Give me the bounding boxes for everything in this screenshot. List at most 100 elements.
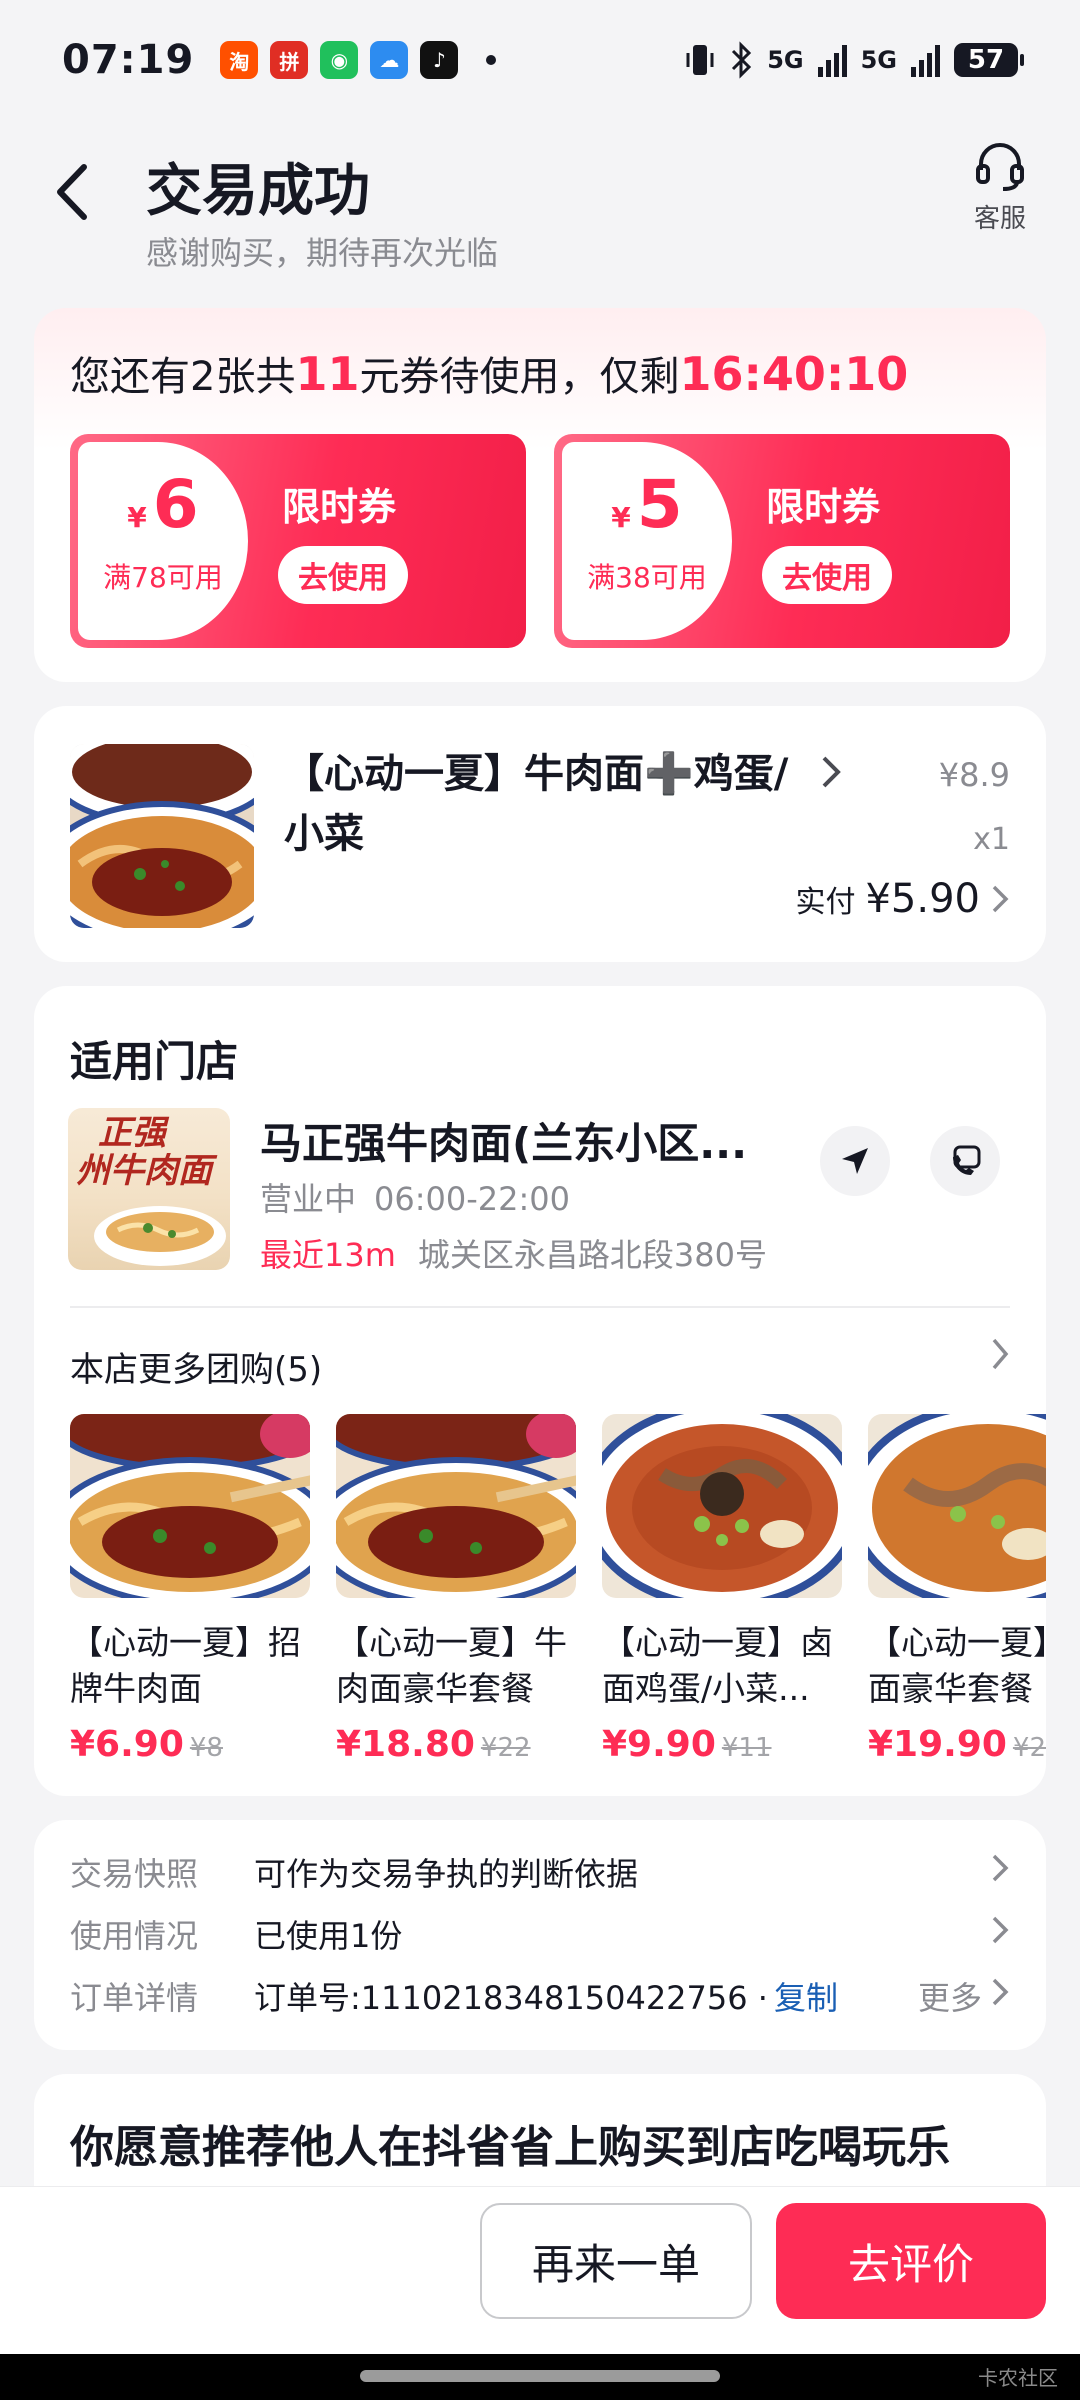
status-bar: 07:19 淘 拼 ◉ ☁ ♪ 5G 5G 57 xyxy=(0,0,1080,120)
order-product-title[interactable]: 【心动一夏】牛肉面➕鸡蛋/小菜 xyxy=(284,744,804,864)
reorder-button[interactable]: 再来一单 xyxy=(480,2203,752,2319)
signal-icon xyxy=(817,43,847,77)
deal-prices: ¥18.80 ¥22 xyxy=(336,1724,576,1765)
coupon-use-button[interactable]: 去使用 xyxy=(278,546,408,604)
deal-original-price: ¥23 xyxy=(1012,1733,1046,1763)
baidu-netdisk-app-icon: ☁ xyxy=(370,41,409,79)
deal-original-price: ¥22 xyxy=(480,1733,531,1763)
deal-title-line-2: 面豪华套餐 xyxy=(868,1669,1033,1708)
usage-status-row[interactable]: 使用情况 已使用1份 xyxy=(70,1904,1010,1964)
deal-title-line-2: 牌牛肉面 xyxy=(70,1669,202,1708)
bluetooth-icon xyxy=(732,41,752,79)
section-title: 适用门店 xyxy=(70,1037,239,1086)
chevron-right-icon xyxy=(990,1914,1010,1955)
bottom-action-bar: 再来一单 去评价 xyxy=(0,2186,1080,2354)
store-open-status: 营业中 xyxy=(260,1180,357,1218)
store-name[interactable]: 马正强牛肉面(兰东小区... xyxy=(260,1110,770,1171)
group-deal-item[interactable]: 【心动一夏】卤 面鸡蛋/小菜... ¥9.90 ¥11 xyxy=(582,1414,862,1765)
order-number: 订单号:1110218348150422756 · xyxy=(254,1979,768,2017)
watermark: 卡农社区 xyxy=(978,2366,1058,2390)
coupon-item[interactable]: ¥6 满78可用 限时券 去使用 xyxy=(70,434,526,648)
coupon-item[interactable]: ¥5 满38可用 限时券 去使用 xyxy=(554,434,1010,648)
transaction-snapshot-row[interactable]: 交易快照 可作为交易争执的判断依据 xyxy=(70,1842,1010,1902)
navigate-button[interactable] xyxy=(820,1126,890,1196)
home-indicator[interactable] xyxy=(360,2370,720,2382)
deal-title: 【心动一夏】卤 面鸡蛋/小菜... xyxy=(602,1620,842,1712)
write-review-button[interactable]: 去评价 xyxy=(776,2203,1046,2319)
deal-title-line-1: 【心动一夏】招 xyxy=(70,1623,301,1662)
noodle-bowl-illustration xyxy=(94,1206,226,1266)
store-logo[interactable]: 正强 州牛肉面 xyxy=(68,1108,230,1270)
info-value: 已使用1份 xyxy=(254,1917,403,1955)
paid-amount-row[interactable]: 实付 ¥5.90 xyxy=(795,876,1010,922)
deal-title-line-1: 【心动一夏】 xyxy=(868,1623,1046,1662)
store-hours-row: 营业中 06:00-22:00 xyxy=(260,1174,570,1220)
chevron-right-icon[interactable] xyxy=(990,1336,1010,1382)
call-store-button[interactable] xyxy=(930,1126,1000,1196)
chevron-right-icon xyxy=(820,752,844,802)
coupon-value: ¥5 满38可用 xyxy=(562,442,732,640)
order-details-row[interactable]: 订单详情 订单号:1110218348150422756 · 复制 更多 xyxy=(70,1966,1010,2026)
order-unit-price: ¥8.9 xyxy=(938,756,1010,794)
paid-label: 实付 xyxy=(795,885,856,920)
chevron-right-icon xyxy=(990,1852,1010,1893)
status-time: 07:19 xyxy=(62,37,195,83)
phone-icon xyxy=(953,1145,981,1175)
customer-service-button[interactable]: 客服 xyxy=(960,140,1040,235)
coupon-amount: 5 xyxy=(636,466,683,543)
group-deals-carousel[interactable]: 【心动一夏】招 牌牛肉面 ¥6.90 ¥8 【心动一夏】牛 肉面豪华套餐 ¥18.80… xyxy=(70,1414,1046,1774)
deal-title-line-1: 【心动一夏】卤 xyxy=(602,1623,833,1662)
coupon-currency: ¥ xyxy=(127,501,147,534)
group-deal-item[interactable]: 【心动一夏】招 牌牛肉面 ¥6.90 ¥8 xyxy=(70,1414,333,1765)
deal-image xyxy=(848,1414,1046,1610)
group-deal-item[interactable]: 【心动一夏】面豪华套餐 ¥19.90¥23 xyxy=(848,1414,1046,1765)
deal-image xyxy=(582,1414,862,1610)
deal-title: 【心动一夏】面豪华套餐 xyxy=(868,1620,1046,1712)
more-link[interactable]: 更多 xyxy=(918,1973,982,2019)
deal-price: ¥18.80 xyxy=(336,1724,475,1765)
douyin-app-icon: ♪ xyxy=(420,41,459,79)
deal-title: 【心动一夏】招 牌牛肉面 xyxy=(70,1620,310,1712)
customer-service-label: 客服 xyxy=(973,204,1026,234)
notification-app-icons: 淘 拼 ◉ ☁ ♪ xyxy=(220,41,497,79)
order-info-card: 交易快照 可作为交易争执的判断依据 使用情况 已使用1份 订单详情 订单号:11… xyxy=(34,1820,1046,2050)
coupon-title: 限时券 xyxy=(282,485,397,529)
coupon-use-button[interactable]: 去使用 xyxy=(762,546,892,604)
headset-icon xyxy=(976,143,1024,191)
coupon-summary: 您还有2张共11元券待使用，仅剩16:40:10 xyxy=(70,344,908,402)
page-title: 交易成功 xyxy=(146,159,370,224)
more-group-deals-title[interactable]: 本店更多团购(5) xyxy=(70,1342,322,1391)
group-deal-item[interactable]: 【心动一夏】牛 肉面豪华套餐 ¥18.80 ¥22 xyxy=(313,1414,599,1765)
order-item-card[interactable]: 【心动一夏】牛肉面➕鸡蛋/小菜 ¥8.9 x1 实付 ¥5.90 xyxy=(34,706,1046,962)
deal-price: ¥19.90 xyxy=(868,1724,1007,1765)
coupon-summary-middle: 元券待使用，仅剩 xyxy=(359,354,680,400)
deal-title-line-2: 面鸡蛋/小菜... xyxy=(602,1669,810,1708)
paid-value: ¥5.90 xyxy=(865,876,980,922)
store-hours: 06:00-22:00 xyxy=(374,1180,570,1218)
copy-order-number-link[interactable]: 复制 xyxy=(774,1973,838,2019)
deal-image xyxy=(70,1414,333,1607)
store-address-row: 最近13m 城关区永昌路北段380号 xyxy=(260,1230,767,1276)
info-value: 可作为交易争执的判断依据 xyxy=(254,1855,639,1893)
network-type-1: 5G xyxy=(767,46,804,74)
order-quantity: x1 xyxy=(973,822,1010,857)
chevron-right-icon xyxy=(990,1976,1010,2017)
coupon-summary-prefix: 您还有2张共 xyxy=(70,354,296,400)
deal-original-price: ¥8 xyxy=(189,1733,223,1763)
battery-level: 57 xyxy=(967,45,1005,75)
deal-title-line-1: 【心动一夏】牛 xyxy=(336,1623,567,1662)
coupon-card: 您还有2张共11元券待使用，仅剩16:40:10 ¥6 满78可用 限时券 去使… xyxy=(34,308,1046,682)
coupon-condition: 满38可用 xyxy=(587,561,707,594)
coupon-amount: 6 xyxy=(152,466,199,543)
navigation-arrow-icon xyxy=(842,1148,868,1174)
store-logo-text-1: 正强 xyxy=(98,1113,166,1153)
battery-icon: 57 xyxy=(954,43,1024,77)
back-button[interactable] xyxy=(44,152,100,232)
coupon-value: ¥6 满78可用 xyxy=(78,442,248,640)
deal-title: 【心动一夏】牛 肉面豪华套餐 xyxy=(336,1620,576,1712)
deal-original-price: ¥11 xyxy=(721,1733,772,1763)
coupon-countdown: 16:40:10 xyxy=(679,347,909,401)
green-app-icon: ◉ xyxy=(320,41,359,79)
deal-image xyxy=(313,1414,599,1607)
store-address: 城关区永昌路北段380号 xyxy=(417,1236,767,1274)
